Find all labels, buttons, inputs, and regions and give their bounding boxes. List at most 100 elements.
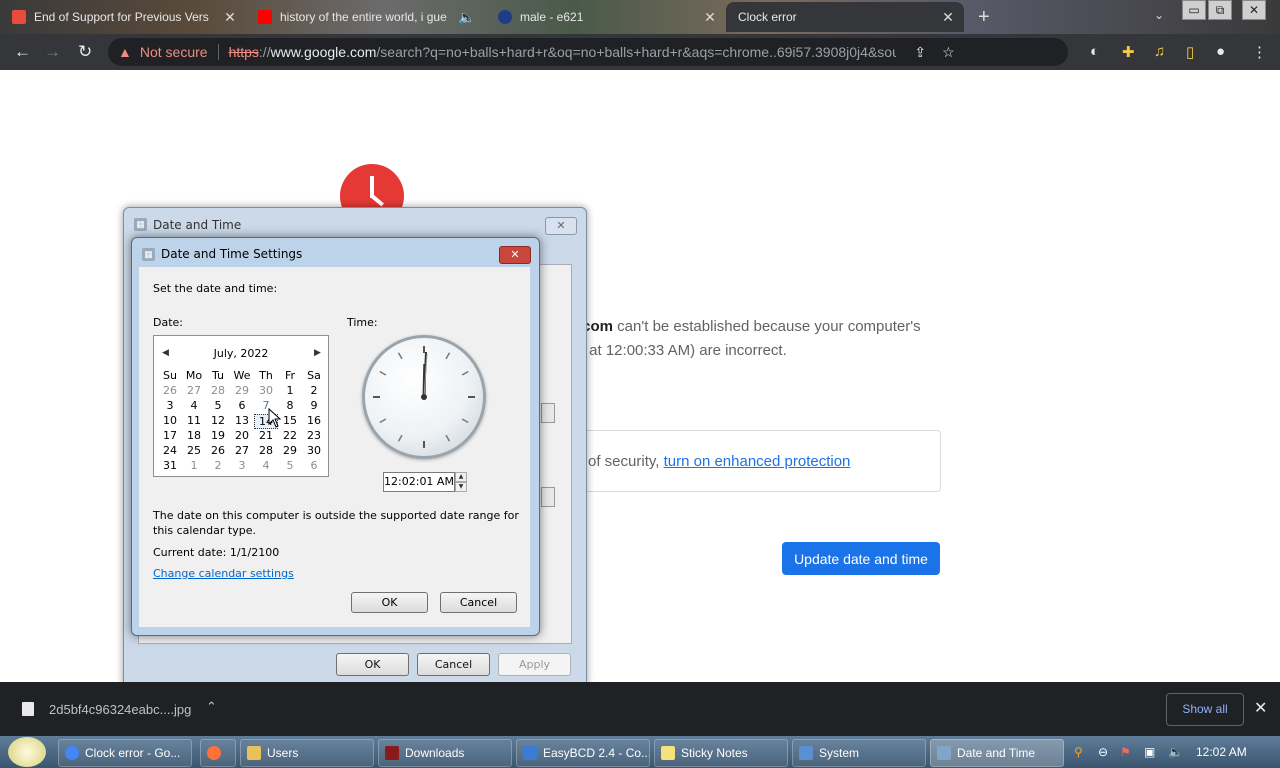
calendar-day[interactable]: 25 [182,444,206,459]
cancel-button[interactable]: Cancel [417,653,490,676]
calendar-day[interactable]: 19 [206,429,230,444]
calendar-day[interactable]: 27 [230,444,254,459]
network-icon[interactable]: ▣ [1144,745,1155,759]
search-icon[interactable]: ⚲ [1074,745,1083,759]
calendar-day[interactable]: 12 [206,414,230,429]
tab-e621[interactable]: male - e621 ✕ [492,2,726,32]
time-spinner[interactable]: ▲ ▼ [455,472,467,492]
tab-search-icon[interactable]: ⌄ [1154,8,1164,22]
ok-button[interactable]: OK [351,592,428,613]
minimize-icon[interactable]: ▭ [1182,0,1206,20]
menu-icon[interactable]: ⋮ [1252,43,1267,61]
calendar-day[interactable]: 1 [278,384,302,399]
calendar-day[interactable]: 27 [182,384,206,399]
calendar-day[interactable]: 3 [230,459,254,474]
security-chip[interactable]: Not secure [140,44,208,60]
side-panel-icon[interactable]: ▯ [1186,43,1194,61]
share-icon[interactable]: ⇪ [914,44,926,61]
mute-icon[interactable]: 🔈 [458,9,475,26]
forward-icon[interactable]: → [44,42,61,62]
chevron-up-icon[interactable]: ⌃ [206,699,217,715]
tray-clock[interactable]: 12:02 AM [1196,745,1247,759]
calendar-day[interactable]: 6 [230,399,254,414]
taskbar-item-sticky-notes[interactable]: Sticky Notes [654,739,788,767]
calendar-day[interactable]: 1 [182,459,206,474]
calendar-day[interactable]: 11 [182,414,206,429]
calendar-day[interactable]: 16 [302,414,326,429]
new-tab-icon[interactable]: + [978,6,990,29]
calendar-day[interactable]: 23 [302,429,326,444]
close-tab-icon[interactable]: ✕ [940,9,956,26]
taskbar-item-date-and-time[interactable]: Date and Time [930,739,1064,767]
close-tab-icon[interactable]: ✕ [702,9,718,26]
increment-icon[interactable]: ▲ [455,472,467,482]
back-icon[interactable]: ← [14,42,31,62]
calendar-day[interactable]: 30 [254,384,278,399]
calendar-day[interactable]: 5 [278,459,302,474]
tab-clock-error[interactable]: Clock error ✕ [726,2,964,32]
taskbar-item-downloads[interactable]: Downloads [378,739,512,767]
browser-toolbar: ← → ↻ ▲ Not secure https :// www.google.… [0,34,1280,70]
calendar-day[interactable]: 20 [230,429,254,444]
close-window-icon[interactable]: ✕ [1242,0,1266,20]
minus-circle-icon[interactable]: ⊖ [1098,745,1108,759]
calendar-day[interactable]: 22 [278,429,302,444]
media-control-icon[interactable]: ♫ [1154,43,1165,60]
ok-button[interactable]: OK [336,653,409,676]
calendar-day[interactable]: 28 [206,384,230,399]
volume-icon[interactable]: 🔈 [1168,745,1183,759]
profile-extension-icon[interactable]: ◐ [1090,43,1099,60]
calendar-month-title[interactable]: July, 2022 [154,347,328,360]
calendar-day[interactable]: 26 [158,384,182,399]
next-month-icon[interactable]: ▶ [314,348,321,358]
tab-end-of-support[interactable]: End of Support for Previous Vers ✕ [6,2,246,32]
taskbar-item-users[interactable]: Users [240,739,374,767]
action-center-flag-icon[interactable]: ⚑ [1120,745,1131,759]
start-button-icon[interactable] [8,737,46,767]
calendar-day[interactable]: 29 [278,444,302,459]
calendar-day[interactable]: 31 [158,459,182,474]
taskbar-item-chrome[interactable]: Clock error - Go... [58,739,192,767]
enhanced-protection-link[interactable]: turn on enhanced protection [664,453,851,470]
time-input[interactable]: 12:02:01 AM [383,472,455,492]
restore-icon[interactable]: ⧉ [1208,0,1232,20]
update-date-and-time-button[interactable]: Update date and time [782,542,940,575]
apply-button[interactable]: Apply [498,653,571,676]
tab-history-of-the-world[interactable]: history of the entire world, i gue 🔈 [252,2,482,32]
decrement-icon[interactable]: ▼ [455,482,467,492]
calendar-day[interactable]: 4 [182,399,206,414]
calendar-day[interactable]: 29 [230,384,254,399]
calendar-day[interactable]: 17 [158,429,182,444]
calendar-day[interactable]: 18 [182,429,206,444]
calendar-day[interactable]: 13 [230,414,254,429]
calendar-day[interactable]: 2 [302,384,326,399]
calendar-day[interactable]: 10 [158,414,182,429]
close-icon[interactable]: ✕ [499,246,531,264]
bookmark-star-icon[interactable]: ☆ [942,44,955,61]
calendar-day[interactable]: 30 [302,444,326,459]
calendar-day[interactable]: 5 [206,399,230,414]
close-tab-icon[interactable]: ✕ [222,9,238,26]
calendar-day[interactable]: 26 [206,444,230,459]
calendar-day[interactable]: 2 [206,459,230,474]
calendar-day[interactable]: 3 [158,399,182,414]
change-calendar-settings-link[interactable]: Change calendar settings [153,567,294,580]
account-avatar-icon[interactable]: ● [1216,43,1225,60]
reload-icon[interactable]: ↻ [78,42,92,62]
show-all-button[interactable]: Show all [1166,693,1244,726]
calendar-day[interactable]: 24 [158,444,182,459]
taskbar-item-system[interactable]: System [792,739,926,767]
taskbar-item-easybcd[interactable]: EasyBCD 2.4 - Co... [516,739,650,767]
extensions-icon[interactable]: ✚ [1122,43,1135,61]
download-filename[interactable]: 2d5bf4c96324eabc....jpg [49,702,191,717]
calendar-day[interactable]: 9 [302,399,326,414]
taskbar-item-firefox[interactable] [200,739,236,767]
calendar-day[interactable]: 6 [302,459,326,474]
cancel-button[interactable]: Cancel [440,592,517,613]
close-icon[interactable]: ✕ [545,217,577,235]
calendar-day[interactable]: 21 [254,429,278,444]
address-bar[interactable]: ▲ Not secure https :// www.google.com /s… [108,38,1068,66]
calendar-day[interactable]: 4 [254,459,278,474]
close-icon[interactable]: ✕ [1254,698,1267,718]
calendar-day[interactable]: 28 [254,444,278,459]
